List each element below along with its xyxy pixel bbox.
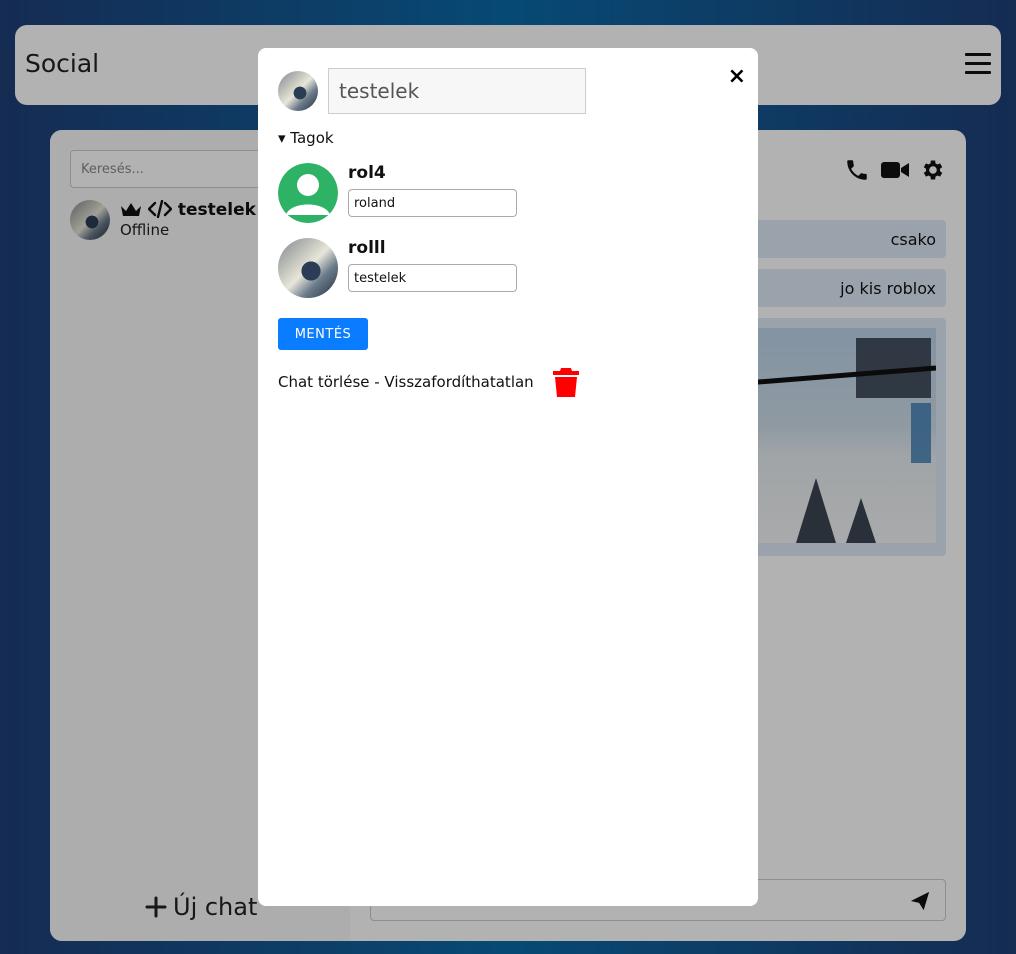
member-avatar xyxy=(278,238,338,298)
group-name-input[interactable] xyxy=(328,68,586,114)
save-button[interactable]: MENTÉS xyxy=(278,318,368,350)
member-row: rol4 xyxy=(278,163,538,223)
delete-chat-row: Chat törlése - Visszafordíthatatlan xyxy=(278,366,580,398)
member-username: rolll xyxy=(348,238,386,258)
members-toggle[interactable]: ▾ Tagok xyxy=(278,129,334,147)
group-avatar[interactable] xyxy=(278,71,318,111)
member-username: rol4 xyxy=(348,163,386,183)
chat-settings-modal: × ▾ Tagok rol4 rolll MENTÉS Chat törlése… xyxy=(258,48,758,906)
trash-icon[interactable] xyxy=(552,366,580,398)
default-avatar-icon xyxy=(278,163,338,223)
member-row: rolll xyxy=(278,238,538,298)
close-icon[interactable]: × xyxy=(728,66,746,88)
delete-chat-label: Chat törlése - Visszafordíthatatlan xyxy=(278,373,534,391)
member-nickname-input[interactable] xyxy=(348,264,517,292)
member-nickname-input[interactable] xyxy=(348,189,517,217)
